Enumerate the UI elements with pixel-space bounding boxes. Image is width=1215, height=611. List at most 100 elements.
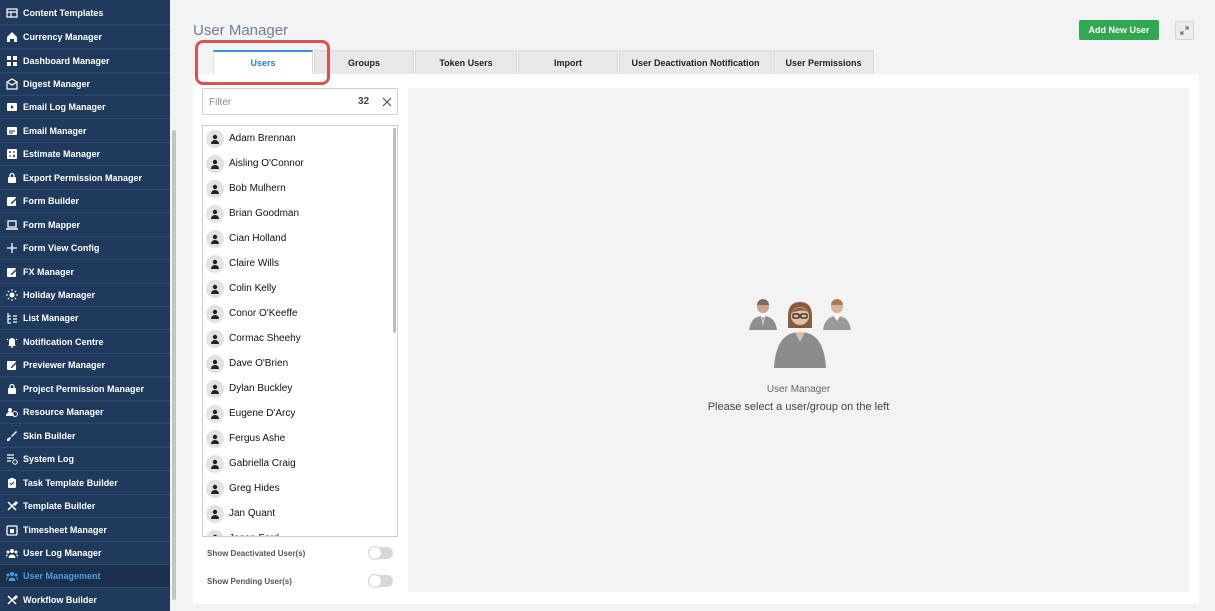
user-name: Bob Mulhern (229, 183, 286, 194)
sidebar-scrollbar[interactable] (170, 0, 178, 611)
sidebar-item-digest-manager[interactable]: Digest Manager (0, 73, 170, 96)
sidebar-item-fx-manager[interactable]: FX Manager (0, 261, 170, 284)
tools-icon (7, 500, 18, 511)
sidebar-item-user-management[interactable]: User Management (0, 565, 170, 588)
user-name: Claire Wills (229, 258, 279, 269)
sidebar-item-form-view-config[interactable]: Form View Config (0, 237, 170, 260)
show-pending-label: Show Pending User(s) (207, 577, 292, 586)
expand-icon (1180, 26, 1189, 35)
list-item[interactable]: Jan Quant (203, 501, 391, 526)
tab-import[interactable]: Import (518, 50, 618, 74)
user-avatar-icon (206, 129, 224, 148)
sidebar-item-label: Holiday Manager (23, 290, 96, 300)
list-item[interactable]: Bob Mulhern (203, 176, 391, 201)
sidebar-item-form-builder[interactable]: Form Builder (0, 190, 170, 213)
add-new-user-button[interactable]: Add New User (1079, 20, 1159, 40)
user-avatar-icon (206, 229, 224, 248)
user-name: Dylan Buckley (229, 383, 293, 394)
show-deactivated-toggle[interactable] (368, 546, 393, 560)
estimate-icon (7, 149, 17, 159)
sidebar-scroll-thumb[interactable] (172, 130, 176, 600)
user-name: Aisling O'Connor (229, 158, 304, 169)
user-avatar-icon (206, 254, 224, 273)
user-name: Cian Holland (229, 233, 287, 244)
sidebar-item-email-log-manager[interactable]: Email Log Manager (0, 96, 170, 119)
list-item[interactable]: Gabriella Craig (203, 451, 391, 476)
sidebar-item-template-builder[interactable]: Template Builder (0, 495, 170, 518)
user-list-scrollbar[interactable] (391, 126, 397, 536)
list-item[interactable]: Greg Hides (203, 476, 391, 501)
user-list[interactable]: Adam Brennan Aisling O'Connor Bob Mulhern B… (202, 125, 398, 537)
list-item[interactable]: Adam Brennan (203, 126, 391, 151)
user-name: Adam Brennan (229, 133, 296, 144)
list-item[interactable]: Eugene D'Arcy (203, 401, 391, 426)
resource-icon (6, 408, 18, 417)
sidebar-item-label: Form View Config (23, 243, 100, 253)
list-item[interactable]: Cormac Sheehy (203, 326, 391, 351)
user-avatar-icon (206, 304, 224, 323)
sidebar-item-resource-manager[interactable]: Resource Manager (0, 401, 170, 424)
sidebar-item-estimate-manager[interactable]: Estimate Manager (0, 143, 170, 166)
list-item[interactable]: Cian Holland (203, 226, 391, 251)
sidebar-item-label: Template Builder (23, 501, 96, 511)
list-item[interactable]: Claire Wills (203, 251, 391, 276)
show-pending-toggle[interactable] (368, 574, 393, 588)
user-avatar-icon (206, 454, 224, 473)
calendar-icon (6, 525, 18, 536)
email-icon (7, 127, 17, 135)
list-item[interactable]: Dylan Buckley (203, 376, 391, 401)
tab-user-permissions[interactable]: User Permissions (773, 50, 874, 74)
sidebar-item-task-template-builder[interactable]: Task Template Builder (0, 472, 170, 495)
sidebar-item-label: Form Mapper (23, 220, 81, 230)
sidebar-item-label: Task Template Builder (23, 478, 118, 488)
list-item[interactable]: Dave O'Brien (203, 351, 391, 376)
sidebar-item-user-log-manager[interactable]: User Log Manager (0, 542, 170, 565)
list-item[interactable]: Conor O'Keeffe (203, 301, 391, 326)
user-avatar-icon (206, 479, 224, 498)
clear-filter-icon[interactable] (381, 96, 393, 108)
list-item[interactable]: Colin Kelly (203, 276, 391, 301)
edit-icon (7, 197, 17, 206)
sidebar-item-skin-builder[interactable]: Skin Builder (0, 425, 170, 448)
lock-icon (8, 172, 16, 183)
sidebar-item-project-permission-manager[interactable]: Project Permission Manager (0, 378, 170, 401)
users-icon (6, 549, 18, 558)
list-item[interactable]: Fergus Ashe (203, 426, 391, 451)
user-list-scroll-thumb[interactable] (393, 128, 396, 333)
brush-icon (7, 431, 17, 441)
sidebar-item-export-permission-manager[interactable]: Export Permission Manager (0, 167, 170, 190)
sidebar-item-workflow-builder[interactable]: Workflow Builder (0, 589, 170, 611)
laptop-icon (6, 220, 18, 230)
sidebar-item-currency-manager[interactable]: Currency Manager (0, 26, 170, 49)
sidebar-item-email-manager[interactable]: Email Manager (0, 120, 170, 143)
sidebar-item-system-log[interactable]: System Log (0, 448, 170, 471)
user-avatar-icon (206, 354, 224, 373)
tab-user-deactivation-notification[interactable]: User Deactivation Notification (619, 50, 772, 74)
sidebar-item-dashboard-manager[interactable]: Dashboard Manager (0, 50, 170, 73)
sidebar-item-label: Previewer Manager (23, 360, 106, 370)
sidebar-item-list-manager[interactable]: List Manager (0, 307, 170, 330)
user-avatar-icon (206, 204, 224, 223)
sidebar-item-form-mapper[interactable]: Form Mapper (0, 214, 170, 237)
sidebar-item-notification-centre[interactable]: Notification Centre (0, 331, 170, 354)
list-item[interactable]: Brian Goodman (203, 201, 391, 226)
list-icon (7, 313, 17, 324)
sidebar-item-timesheet-manager[interactable]: Timesheet Manager (0, 519, 170, 542)
tab-token-users[interactable]: Token Users (415, 50, 517, 74)
sidebar-item-label: Timesheet Manager (23, 525, 107, 535)
expand-button[interactable] (1175, 21, 1194, 40)
list-item[interactable]: Jason Ford (203, 526, 391, 536)
filter-input[interactable] (209, 94, 339, 111)
edit-icon (7, 268, 17, 277)
sidebar-item-holiday-manager[interactable]: Holiday Manager (0, 284, 170, 307)
sidebar-item-label: Resource Manager (23, 407, 104, 417)
user-name: Gabriella Craig (229, 458, 296, 469)
user-name: Jan Quant (229, 508, 276, 519)
sidebar-item-label: User Log Manager (23, 548, 102, 558)
highlight-annotation (195, 40, 330, 85)
tools-icon (7, 594, 18, 605)
sidebar-item-previewer-manager[interactable]: Previewer Manager (0, 354, 170, 377)
list-item[interactable]: Aisling O'Connor (203, 151, 391, 176)
sidebar-item-content-templates[interactable]: Content Templates (0, 2, 170, 25)
sidebar-item-label: Digest Manager (23, 79, 91, 89)
